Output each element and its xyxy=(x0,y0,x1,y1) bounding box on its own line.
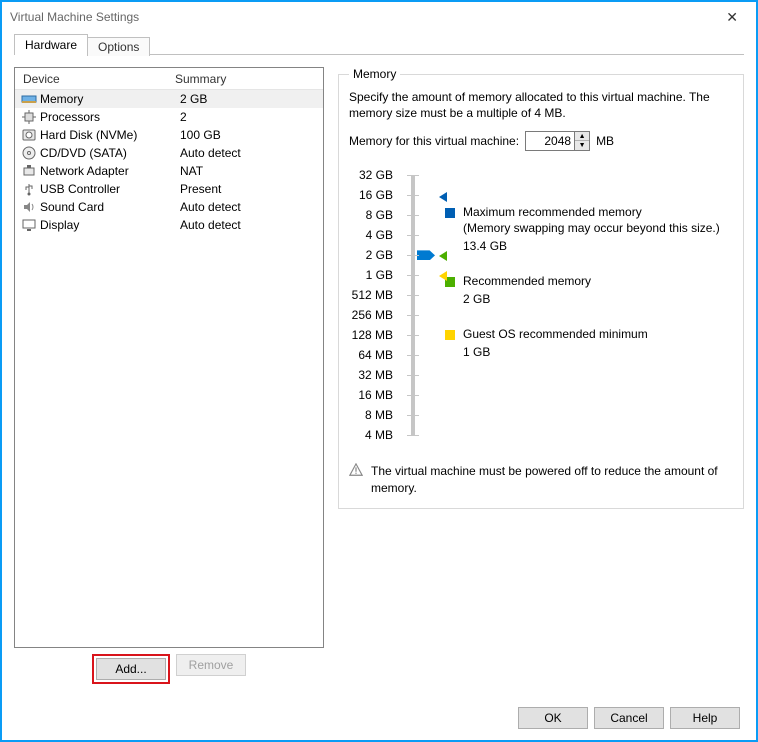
scale-label: 4 GB xyxy=(349,225,393,245)
scale-label: 8 GB xyxy=(349,205,393,225)
display-icon xyxy=(21,217,37,233)
device-button-row: Add... Remove xyxy=(14,654,324,684)
device-name: CD/DVD (SATA) xyxy=(40,146,180,160)
help-button[interactable]: Help xyxy=(670,707,740,729)
remove-button: Remove xyxy=(176,654,246,676)
memory-slider-track[interactable] xyxy=(411,175,415,435)
device-row-memory[interactable]: Memory2 GB xyxy=(15,90,323,108)
scale-label: 64 MB xyxy=(349,345,393,365)
memory-slider-thumb[interactable] xyxy=(417,250,435,260)
close-icon[interactable]: ✕ xyxy=(716,9,748,26)
device-row-net[interactable]: Network AdapterNAT xyxy=(15,162,323,180)
device-summary: Auto detect xyxy=(180,146,323,160)
memory-input[interactable] xyxy=(526,132,574,150)
add-highlight: Add... xyxy=(92,654,170,684)
col-summary: Summary xyxy=(175,72,323,86)
col-device: Device xyxy=(15,72,175,86)
legend-max-value: 13.4 GB xyxy=(463,239,720,255)
sound-icon xyxy=(21,199,37,215)
device-summary: NAT xyxy=(180,164,323,178)
legend-min-label: Guest OS recommended minimum xyxy=(463,327,648,343)
memory-scale: 32 GB16 GB8 GB4 GB2 GB1 GB512 MB256 MB12… xyxy=(349,165,415,445)
device-summary: 2 GB xyxy=(180,92,323,106)
window-title: Virtual Machine Settings xyxy=(10,10,139,24)
dialog-footer: OK Cancel Help xyxy=(2,696,756,740)
device-summary: 2 xyxy=(180,110,323,124)
legend-min-value: 1 GB xyxy=(463,345,648,361)
scale-label: 4 MB xyxy=(349,425,393,445)
scale-label: 1 GB xyxy=(349,265,393,285)
device-row-cd[interactable]: CD/DVD (SATA)Auto detect xyxy=(15,144,323,162)
usb-icon xyxy=(21,181,37,197)
device-name: Sound Card xyxy=(40,200,180,214)
device-name: Display xyxy=(40,218,180,232)
tabs: Hardware Options xyxy=(2,32,756,55)
legend-max-label: Maximum recommended memory xyxy=(463,205,720,221)
device-name: Processors xyxy=(40,110,180,124)
marker-rec-icon xyxy=(439,251,447,261)
legend-rec-value: 2 GB xyxy=(463,292,591,308)
device-summary: Auto detect xyxy=(180,200,323,214)
spinner-down-icon[interactable]: ▼ xyxy=(575,141,589,150)
add-button[interactable]: Add... xyxy=(96,658,166,680)
memory-warning: The virtual machine must be powered off … xyxy=(371,463,733,495)
memory-input-label: Memory for this virtual machine: xyxy=(349,134,519,148)
scale-label: 32 GB xyxy=(349,165,393,185)
device-row-disk[interactable]: Hard Disk (NVMe)100 GB xyxy=(15,126,323,144)
scale-label: 8 MB xyxy=(349,405,393,425)
ok-button[interactable]: OK xyxy=(518,707,588,729)
scale-label: 16 GB xyxy=(349,185,393,205)
device-row-display[interactable]: DisplayAuto detect xyxy=(15,216,323,234)
device-summary: Auto detect xyxy=(180,218,323,232)
device-row-sound[interactable]: Sound CardAuto detect xyxy=(15,198,323,216)
cd-icon xyxy=(21,145,37,161)
tab-hardware[interactable]: Hardware xyxy=(14,34,88,55)
net-icon xyxy=(21,163,37,179)
memory-desc: Specify the amount of memory allocated t… xyxy=(349,89,733,121)
scale-label: 32 MB xyxy=(349,365,393,385)
legend-max-note: (Memory swapping may occur beyond this s… xyxy=(463,221,720,237)
device-pane: Device Summary Memory2 GBProcessors2Hard… xyxy=(14,67,324,684)
tab-options[interactable]: Options xyxy=(87,37,150,56)
disk-icon xyxy=(21,127,37,143)
scale-label: 256 MB xyxy=(349,305,393,325)
scale-label: 512 MB xyxy=(349,285,393,305)
device-name: Hard Disk (NVMe) xyxy=(40,128,180,142)
memory-unit: MB xyxy=(596,134,614,148)
memory-legend: Memory xyxy=(349,67,400,81)
memory-pane: Memory Specify the amount of memory allo… xyxy=(338,67,744,684)
cancel-button[interactable]: Cancel xyxy=(594,707,664,729)
device-row-cpu[interactable]: Processors2 xyxy=(15,108,323,126)
legend-rec-label: Recommended memory xyxy=(463,274,591,290)
scale-label: 2 GB xyxy=(349,245,393,265)
marker-max-icon xyxy=(439,192,447,202)
settings-window: Virtual Machine Settings ✕ Hardware Opti… xyxy=(0,0,758,742)
scale-label: 128 MB xyxy=(349,325,393,345)
cpu-icon xyxy=(21,109,37,125)
device-name: Network Adapter xyxy=(40,164,180,178)
titlebar: Virtual Machine Settings ✕ xyxy=(2,2,756,32)
device-row-usb[interactable]: USB ControllerPresent xyxy=(15,180,323,198)
spinner-up-icon[interactable]: ▲ xyxy=(575,132,589,141)
device-summary: Present xyxy=(180,182,323,196)
square-blue-icon xyxy=(445,208,455,218)
device-list: Device Summary Memory2 GBProcessors2Hard… xyxy=(14,67,324,648)
device-name: Memory xyxy=(40,92,180,106)
device-name: USB Controller xyxy=(40,182,180,196)
warning-icon xyxy=(349,463,363,477)
marker-min-icon xyxy=(439,271,447,281)
memory-legend-list: Maximum recommended memory (Memory swapp… xyxy=(445,165,733,445)
device-summary: 100 GB xyxy=(180,128,323,142)
square-yellow-icon xyxy=(445,330,455,340)
scale-label: 16 MB xyxy=(349,385,393,405)
memory-icon xyxy=(21,91,37,107)
memory-spinner[interactable]: ▲ ▼ xyxy=(525,131,590,151)
